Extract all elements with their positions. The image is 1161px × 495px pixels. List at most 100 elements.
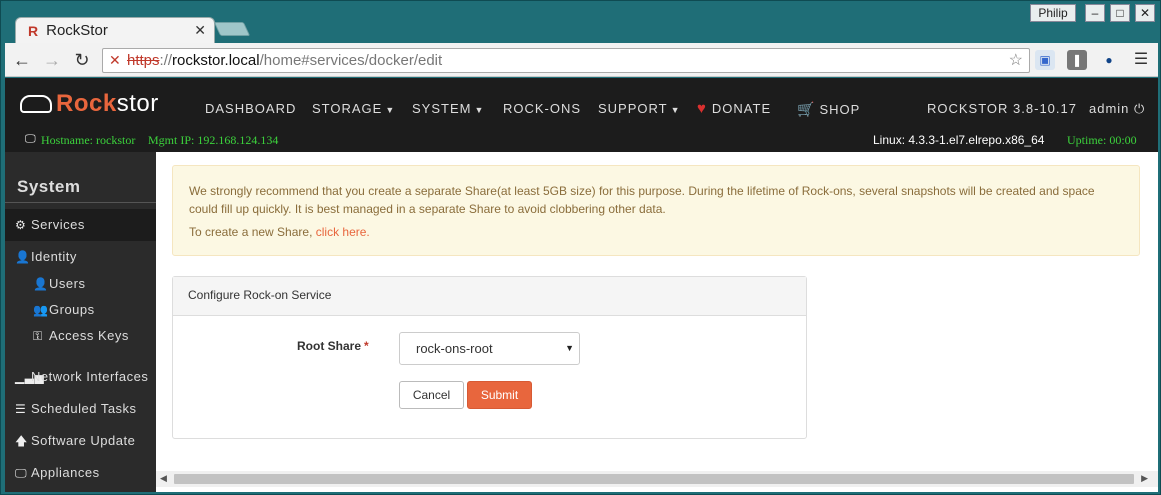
maximize-icon[interactable]: □: [1110, 4, 1130, 22]
url-path: /home#services/docker/edit: [259, 52, 443, 69]
browser-toolbar: ← → ↻ ✕ https://rockstor.local/home#servi…: [5, 43, 1158, 77]
sidebar: System ⚙ Services 👤Identity 👤Users 👥Group…: [5, 152, 156, 492]
address-bar[interactable]: ✕ https://rockstor.local/home#services/do…: [102, 48, 1030, 73]
nav-support[interactable]: SUPPORT ▼: [598, 78, 681, 130]
create-share-link[interactable]: click here.: [316, 225, 370, 239]
panel-heading: Configure Rock-on Service: [173, 277, 806, 316]
url-separator: ://: [159, 52, 173, 69]
scrollbar-thumb[interactable]: [174, 474, 1134, 484]
caret-down-icon: ▼: [670, 105, 681, 115]
profile-button[interactable]: Philip: [1030, 4, 1076, 22]
browser-tab[interactable]: R RockStor ✕: [15, 17, 215, 43]
minimize-icon[interactable]: –: [1085, 4, 1105, 22]
sidebar-item-label: Groups: [49, 302, 95, 317]
sidebar-item-scheduled-tasks[interactable]: ☰ Scheduled Tasks: [5, 393, 156, 425]
alert-text: We strongly recommend that you create a …: [189, 184, 1095, 216]
nav-label: SYSTEM: [412, 101, 472, 116]
warning-alert: We strongly recommend that you create a …: [172, 165, 1140, 256]
extension-icon[interactable]: ▣: [1035, 50, 1055, 70]
signal-icon: ▁▃▅: [15, 370, 45, 384]
root-share-label: Root Share *: [297, 339, 369, 353]
sidebar-item-label: Network Interfaces: [31, 369, 149, 384]
app-navbar: Rockstor DASHBOARD STORAGE ▼ SYSTEM ▼ ROCK…: [5, 78, 1158, 130]
status-bar: 🖵 Hostname: rockstor Mgmt IP: 192.168.12…: [5, 130, 1158, 152]
caret-down-icon: ▼: [385, 105, 396, 115]
window-close-icon[interactable]: ✕: [1135, 4, 1155, 22]
scroll-left-icon[interactable]: ◀: [160, 473, 167, 484]
key-icon: ⚿: [33, 329, 43, 343]
sidebar-item-identity[interactable]: 👤Identity: [5, 241, 156, 273]
cancel-button[interactable]: Cancel: [399, 381, 464, 409]
dropdown-arrow-icon: ▼: [565, 343, 574, 353]
rockstor-logo[interactable]: Rockstor: [20, 90, 159, 118]
arrow-up-icon: 🡅: [15, 434, 28, 448]
menu-icon[interactable]: ☰: [1131, 50, 1151, 70]
extension-icon[interactable]: ●: [1099, 50, 1119, 70]
nav-rock-ons[interactable]: ROCK-ONS: [503, 78, 581, 130]
root-share-label-text: Root Share: [297, 339, 362, 353]
sidebar-item-label: Appliances: [31, 465, 100, 480]
browser-window: R RockStor ✕ Philip – □ ✕ ← → ↻ ✕ https:/…: [0, 0, 1161, 495]
hostname: Hostname: rockstor: [41, 133, 136, 147]
nav-label: DONATE: [711, 101, 772, 116]
horizontal-scrollbar[interactable]: ◀ ▶: [156, 471, 1158, 487]
url-scheme: https: [127, 52, 160, 69]
nav-label: DASHBOARD: [205, 101, 297, 116]
monitor-icon: 🖵: [25, 133, 36, 145]
sidebar-item-users[interactable]: 👤Users: [5, 271, 156, 297]
nav-donate[interactable]: ♥ DONATE: [697, 78, 771, 130]
main-content: We strongly recommend that you create a …: [156, 152, 1158, 492]
caret-down-icon: ▼: [474, 105, 485, 115]
back-icon[interactable]: ←: [11, 49, 33, 71]
nav-storage[interactable]: STORAGE ▼: [312, 78, 395, 130]
gear-icon: ⚙: [15, 218, 27, 232]
nav-label: ROCK-ONS: [503, 101, 582, 116]
power-icon[interactable]: ⏻: [1134, 101, 1145, 116]
brand-name: Rockstor: [56, 90, 159, 118]
tasks-icon: ☰: [15, 402, 27, 416]
configure-panel: Configure Rock-on Service Root Share * ro…: [172, 276, 807, 439]
root-share-select[interactable]: rock-ons-root ▼: [399, 332, 580, 365]
alert-prefix: To create a new Share,: [189, 225, 316, 239]
close-tab-icon[interactable]: ✕: [194, 22, 206, 39]
rockstor-favicon-icon: R: [28, 22, 39, 39]
mgmt-ip: Mgmt IP: 192.168.124.134: [148, 133, 279, 147]
submit-button[interactable]: Submit: [467, 381, 532, 409]
sidebar-item-access-keys[interactable]: ⚿ Access Keys: [5, 323, 156, 349]
sidebar-item-label: Services: [31, 217, 85, 232]
sidebar-item-label: Scheduled Tasks: [31, 401, 137, 416]
nav-label: STORAGE: [312, 101, 383, 116]
nav-system[interactable]: SYSTEM ▼: [412, 78, 484, 130]
url-host: rockstor.local: [172, 52, 260, 69]
sidebar-item-services[interactable]: ⚙ Services: [5, 209, 156, 241]
sidebar-divider: [5, 202, 156, 203]
group-icon: 👥: [33, 303, 49, 317]
user-menu[interactable]: admin ⏻: [1089, 78, 1145, 130]
version-label: ROCKSTOR 3.8-10.17: [927, 101, 1077, 116]
required-mark: *: [364, 339, 369, 353]
nav-label: SUPPORT: [598, 101, 668, 116]
sidebar-item-groups[interactable]: 👥Groups: [5, 297, 156, 323]
nav-dashboard[interactable]: DASHBOARD: [205, 78, 296, 130]
new-tab-button[interactable]: [213, 22, 251, 36]
nav-shop[interactable]: 🛒 SHOP: [797, 78, 860, 130]
scroll-right-icon[interactable]: ▶: [1141, 473, 1148, 484]
sidebar-title: System: [17, 177, 81, 196]
extension-icon[interactable]: ❚: [1067, 50, 1087, 70]
bookmark-star-icon[interactable]: ☆: [1009, 49, 1023, 72]
heart-icon: ♥: [697, 100, 707, 117]
reload-icon[interactable]: ↻: [71, 49, 93, 71]
nav-label: SHOP: [819, 102, 861, 117]
tab-title: RockStor: [46, 22, 108, 39]
alert-create-share: To create a new Share, click here.: [189, 223, 1123, 241]
sidebar-item-appliances[interactable]: 🖵 Appliances: [5, 457, 156, 489]
tab-strip: R RockStor ✕: [5, 1, 1158, 43]
username: admin: [1089, 101, 1130, 116]
forward-icon[interactable]: →: [41, 49, 63, 71]
cart-icon: 🛒: [797, 101, 816, 117]
insecure-lock-icon: ✕: [109, 52, 121, 68]
sidebar-item-label: Identity: [31, 249, 77, 264]
sidebar-item-network-interfaces[interactable]: ▁▃▅Network Interfaces: [5, 361, 156, 393]
sidebar-item-software-update[interactable]: 🡅 Software Update: [5, 425, 156, 457]
sidebar-item-label: Users: [49, 276, 86, 291]
